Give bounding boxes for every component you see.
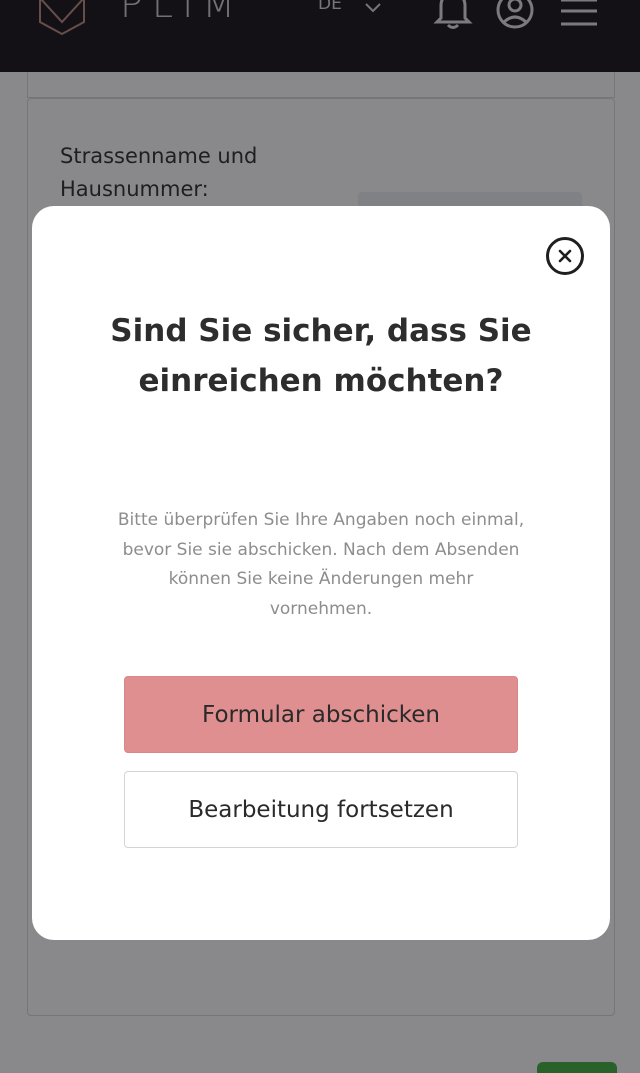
confirm-submit-dialog: Sind Sie sicher, dass Sie einreichen möc… (32, 206, 610, 940)
close-button[interactable] (546, 237, 584, 275)
close-icon (558, 249, 572, 263)
dialog-title: Sind Sie sicher, dass Sie einreichen möc… (110, 313, 532, 399)
submit-form-button[interactable]: Formular abschicken (124, 676, 518, 753)
page: PLIM DE Strassenname und Hausnummer: (0, 0, 640, 1073)
dialog-message: Bitte überprüfen Sie Ihre Angaben noch e… (117, 510, 525, 619)
continue-editing-button[interactable]: Bearbeitung fortsetzen (124, 771, 518, 848)
